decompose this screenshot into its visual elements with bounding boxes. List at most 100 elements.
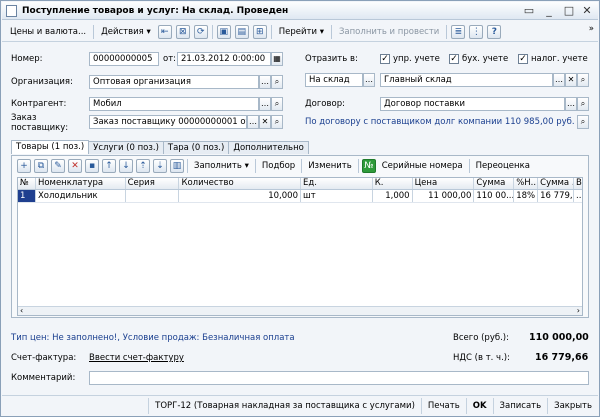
save-button[interactable]: Записать xyxy=(492,397,548,414)
table-cell[interactable]: 16 779,... xyxy=(538,190,575,202)
select-ellipsis-icon[interactable]: … xyxy=(363,73,375,87)
column-header[interactable]: Ед. xyxy=(301,178,373,189)
copy-row-icon[interactable]: ⧉ xyxy=(34,159,48,173)
table-cell[interactable] xyxy=(126,190,180,202)
tab-containers[interactable]: Тара (0 поз.) xyxy=(162,141,230,154)
open-search-icon[interactable]: ⌕ xyxy=(271,115,283,129)
calendar-icon[interactable]: ▦ xyxy=(271,52,283,66)
warehouse-field[interactable]: Главный склад xyxy=(380,73,553,87)
warehouse-type-field[interactable]: На склад xyxy=(305,73,363,87)
column-header[interactable]: К. xyxy=(373,178,413,189)
select-ellipsis-icon[interactable]: … xyxy=(565,97,577,111)
column-header[interactable]: В xyxy=(574,178,582,189)
tab-additional[interactable]: Дополнительно xyxy=(228,141,309,154)
move-icon[interactable]: ⊠ xyxy=(175,24,190,39)
menu-icon[interactable]: ▭ xyxy=(522,4,536,18)
open-search-icon[interactable]: ⌕ xyxy=(577,73,589,87)
goods-table[interactable]: № Номенклатура Серия Количество Ед. К. Ц… xyxy=(17,177,583,316)
torg12-button[interactable]: ТОРГ-12 (Товарная накладная за поставщик… xyxy=(148,397,421,414)
table-cell[interactable]: Холодильник xyxy=(36,190,126,202)
column-header[interactable]: Сумма xyxy=(474,178,515,189)
ok-button[interactable]: OK xyxy=(465,397,493,414)
maximize-icon[interactable]: □ xyxy=(562,4,576,18)
column-header[interactable]: № xyxy=(18,178,36,189)
column-header[interactable]: Цена xyxy=(413,178,475,189)
structure-icon[interactable]: ⊞ xyxy=(252,24,267,39)
contract-field[interactable]: Договор поставки xyxy=(380,97,565,111)
tax-checkbox[interactable]: ✓ xyxy=(518,54,528,64)
post-doc-icon[interactable]: ▣ xyxy=(216,24,231,39)
tree-icon[interactable]: ⋮ xyxy=(469,24,484,39)
actions-menu[interactable]: Действия ▾ xyxy=(98,25,154,39)
add-row-icon[interactable]: + xyxy=(17,159,31,173)
table-cell[interactable]: 18% xyxy=(514,190,539,202)
reprice-button[interactable]: Переоценка xyxy=(473,159,533,173)
goto-menu[interactable]: Перейти ▾ xyxy=(276,25,327,39)
open-search-icon[interactable]: ⌕ xyxy=(271,75,283,89)
open-search-icon[interactable]: ⌕ xyxy=(271,97,283,111)
edit-row-icon[interactable]: ✎ xyxy=(51,159,65,173)
close-icon[interactable]: ✕ xyxy=(580,4,594,18)
help-icon[interactable]: ? xyxy=(487,24,502,39)
select-ellipsis-icon[interactable]: … xyxy=(247,115,259,129)
more-icon[interactable]: » xyxy=(589,24,594,34)
barcode-icon[interactable]: ▥ xyxy=(170,159,184,173)
table-cell[interactable]: шт xyxy=(301,190,373,202)
horizontal-scrollbar[interactable]: ‹ › xyxy=(18,306,582,315)
sort-asc-icon[interactable]: ⇡ xyxy=(136,159,150,173)
column-header[interactable]: Сумма ... xyxy=(538,178,575,189)
column-header[interactable]: Номенклатура xyxy=(36,178,126,189)
debt-link[interactable]: По договору с поставщиком долг компании … xyxy=(305,117,575,127)
tab-services[interactable]: Услуги (0 поз.) xyxy=(88,141,164,154)
change-button[interactable]: Изменить xyxy=(305,159,355,173)
number-field[interactable]: 00000000005 xyxy=(89,52,159,66)
list-icon[interactable]: ≣ xyxy=(451,24,466,39)
fill-and-post-button[interactable]: Заполнить и провести xyxy=(336,25,442,39)
supplier-order-field[interactable]: Заказ поставщику 00000000001 от 20.03.20… xyxy=(89,115,247,129)
select-ellipsis-icon[interactable]: … xyxy=(259,75,271,89)
move-up-icon[interactable]: ↑ xyxy=(102,159,116,173)
refresh-icon[interactable]: ⟳ xyxy=(193,24,208,39)
clear-x-icon[interactable]: ✕ xyxy=(565,73,577,87)
table-cell[interactable]: 1,000 xyxy=(373,190,413,202)
table-cell[interactable]: 10,000 xyxy=(179,190,301,202)
column-header[interactable]: %Н... xyxy=(514,178,539,189)
open-search-icon[interactable]: ⌕ xyxy=(577,115,589,129)
end-edit-icon[interactable]: ▪ xyxy=(85,159,99,173)
open-search-icon[interactable]: ⌕ xyxy=(577,97,589,111)
table-cell[interactable]: ... xyxy=(574,190,582,202)
price-info-link[interactable]: Тип цен: Не заполнено!, Условие продаж: … xyxy=(11,333,295,343)
column-header[interactable]: Количество xyxy=(179,178,301,189)
move-down-icon[interactable]: ↓ xyxy=(119,159,133,173)
column-header[interactable]: Серия xyxy=(126,178,180,189)
clear-x-icon[interactable]: ✕ xyxy=(259,115,271,129)
table-cell[interactable]: 110 00... xyxy=(474,190,515,202)
title-bar[interactable]: Поступление товаров и услуг: На склад. П… xyxy=(2,2,598,20)
delete-row-icon[interactable]: ✕ xyxy=(68,159,82,173)
minimize-icon[interactable]: _ xyxy=(542,4,556,18)
organization-field[interactable]: Оптовая организация xyxy=(89,75,259,89)
comment-field[interactable] xyxy=(89,371,589,385)
mgmt-checkbox[interactable]: ✓ xyxy=(380,54,390,64)
table-cell[interactable]: 11 000,00 xyxy=(413,190,475,202)
unpost-doc-icon[interactable]: ▤ xyxy=(234,24,249,39)
table-row[interactable]: 1 Холодильник 10,000 шт 1,000 11 000,00 … xyxy=(18,190,582,203)
scroll-right-icon[interactable]: › xyxy=(577,306,580,315)
contractor-field[interactable]: Мобил xyxy=(89,97,259,111)
prices-button[interactable]: Цены и валюта... xyxy=(7,25,89,39)
acc-checkbox[interactable]: ✓ xyxy=(449,54,459,64)
tab-goods[interactable]: Товары (1 поз.) xyxy=(11,140,90,154)
scroll-left-icon[interactable]: ‹ xyxy=(20,306,23,315)
print-button[interactable]: Печать xyxy=(420,397,466,414)
date-field[interactable]: 21.03.2012 0:00:00 xyxy=(177,52,271,66)
invoice-link[interactable]: Ввести счет-фактуру xyxy=(89,353,184,363)
serial-numbers-button[interactable]: Серийные номера xyxy=(379,159,466,173)
fill-menu[interactable]: Заполнить ▾ xyxy=(191,159,252,173)
row-number-cell[interactable]: 1 xyxy=(18,190,36,202)
select-ellipsis-icon[interactable]: … xyxy=(259,97,271,111)
select-ellipsis-icon[interactable]: … xyxy=(553,73,565,87)
back-arrow-icon[interactable]: ⇤ xyxy=(157,24,172,39)
close-button[interactable]: Закрыть xyxy=(547,397,598,414)
sort-desc-icon[interactable]: ⇣ xyxy=(153,159,167,173)
select-button[interactable]: Подбор xyxy=(259,159,298,173)
